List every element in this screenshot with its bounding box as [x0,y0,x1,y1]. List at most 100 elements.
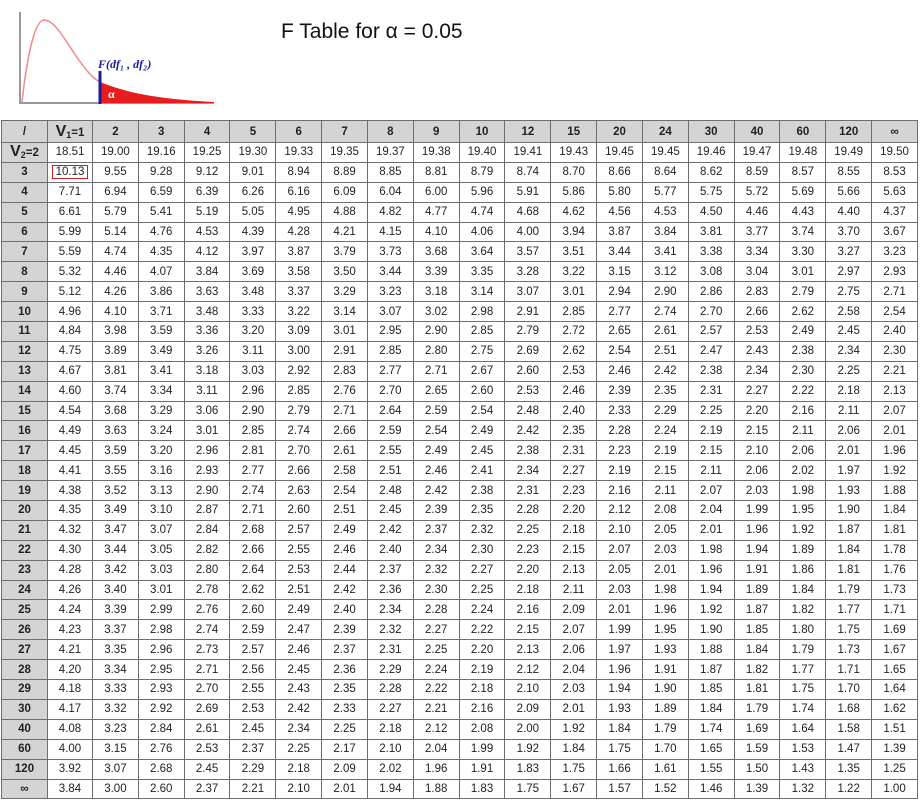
corner-cell: / [1,120,48,143]
table-cell: 5.41 [137,201,185,223]
table-cell: 1.85 [733,619,781,641]
table-cell: 2.35 [641,380,689,402]
table-cell: 2.19 [596,460,643,482]
table-cell: 3.86 [137,281,185,303]
table-cell: 4.82 [366,201,414,223]
table-cell: 3.41 [137,360,185,382]
table-cell: 2.98 [458,301,506,323]
table-cell: 2.91 [321,340,368,362]
table-row: 3 10.13 9.55 9.28 9.12 9.01 8.94 8.89 8.85 8.81 8.… [1,161,918,183]
table-cell: 3.29 [137,400,185,422]
table-cell: 2.34 [504,460,552,482]
table-cell: 4.45 [47,440,93,462]
table-cell: 1.79 [641,718,689,740]
table-cell: 5.77 [641,181,689,203]
table-cell: 1.43 [779,758,827,780]
table-cell: 3.48 [183,301,231,323]
table-cell: 2.56 [229,659,277,681]
table-cell: 1.84 [871,500,918,521]
table-cell: 2.28 [366,679,414,700]
table-cell: 1.67 [550,778,598,800]
table-cell: 1.69 [871,619,918,641]
table-cell: 2.77 [596,301,643,323]
table-cell: 3.48 [229,281,277,303]
table-cell: 2.03 [596,579,643,601]
table-cell: 2.37 [366,559,414,581]
table-cell: 3.84 [183,261,231,283]
table-cell: 2.54 [412,420,460,442]
table-cell: 2.46 [321,539,368,561]
table-cell: 2.80 [183,559,231,581]
table-cell: 2.83 [733,281,781,303]
table-cell: 2.64 [229,559,277,581]
row-header: 17 [1,440,48,462]
table-cell: 2.27 [550,460,598,482]
table-cell: 4.46 [733,201,781,223]
table-cell: 1.84 [779,579,827,601]
table-cell: 4.08 [47,718,93,740]
table-cell: 2.46 [596,360,643,382]
table-cell: 2.36 [366,579,414,601]
table-cell: 2.90 [412,321,460,342]
table-cell: 1.80 [779,619,827,641]
table-cell: 2.30 [779,360,827,382]
table-cell: 2.90 [229,400,277,422]
table-cell: 1.53 [779,738,827,760]
table-cell: 2.16 [596,480,643,502]
column-header: ∞ [871,120,918,143]
table-cell: 3.34 [137,380,185,402]
table-cell: 2.66 [229,539,277,561]
table-cell: 8.62 [687,161,735,183]
table-row: 23 4.28 3.42 3.03 2.80 2.64 2.53 2.44 2.37 2.32 2.… [1,559,918,581]
table-cell: 19.45 [596,142,643,163]
table-cell: 19.47 [733,142,781,163]
table-cell: 4.46 [92,261,139,283]
table-cell: 2.42 [641,360,689,382]
table-cell: 3.84 [641,221,689,243]
table-cell: 4.37 [871,201,918,223]
table-cell: 4.12 [183,241,231,263]
table-cell: 3.52 [92,480,139,502]
table-cell: 2.12 [504,659,552,681]
table-cell: 1.88 [687,639,735,661]
table-cell: 2.60 [458,380,506,402]
table-cell: 3.01 [550,281,598,303]
row-header: 12 [1,340,48,362]
table-cell: 2.96 [137,639,185,661]
column-header: 2 [92,120,139,143]
table-cell: 4.28 [47,559,93,581]
table-cell: 2.43 [733,340,781,362]
table-cell: 2.11 [641,480,689,502]
table-cell: 1.91 [641,659,689,681]
table-cell: 1.79 [779,639,827,661]
table-row: 10 4.96 4.10 3.71 3.48 3.33 3.22 3.14 3.07 3.02 2.… [1,301,918,323]
row-header: 26 [1,619,48,641]
table-cell: 19.46 [687,142,735,163]
table-cell: 3.37 [275,281,323,303]
table-cell: 2.10 [504,679,552,700]
table-cell: 2.47 [687,340,735,362]
table-cell: 3.18 [183,360,231,382]
table-cell: 2.27 [458,559,506,581]
table-cell: 2.16 [779,400,827,422]
table-cell: 2.45 [275,659,323,681]
table-cell: 2.45 [458,440,506,462]
table-cell: 2.40 [321,599,368,621]
table-cell: 4.15 [366,221,414,243]
rejection-region [100,82,214,103]
table-cell: 3.44 [92,539,139,561]
column-header: 60 [779,120,827,143]
v2-main: V [10,143,21,161]
table-cell: 6.26 [229,181,277,203]
table-cell: 2.25 [504,519,552,541]
table-cell: 2.39 [412,500,460,521]
table-cell: 2.25 [412,639,460,661]
table-cell: 2.60 [229,599,277,621]
table-cell: 4.20 [47,659,93,681]
table-cell: 3.30 [779,241,827,263]
table-cell: 1.96 [871,440,918,462]
table-cell: 2.25 [825,360,873,382]
row-header: 120 [1,758,48,780]
table-cell: 4.10 [92,301,139,323]
table-cell: 2.11 [687,460,735,482]
